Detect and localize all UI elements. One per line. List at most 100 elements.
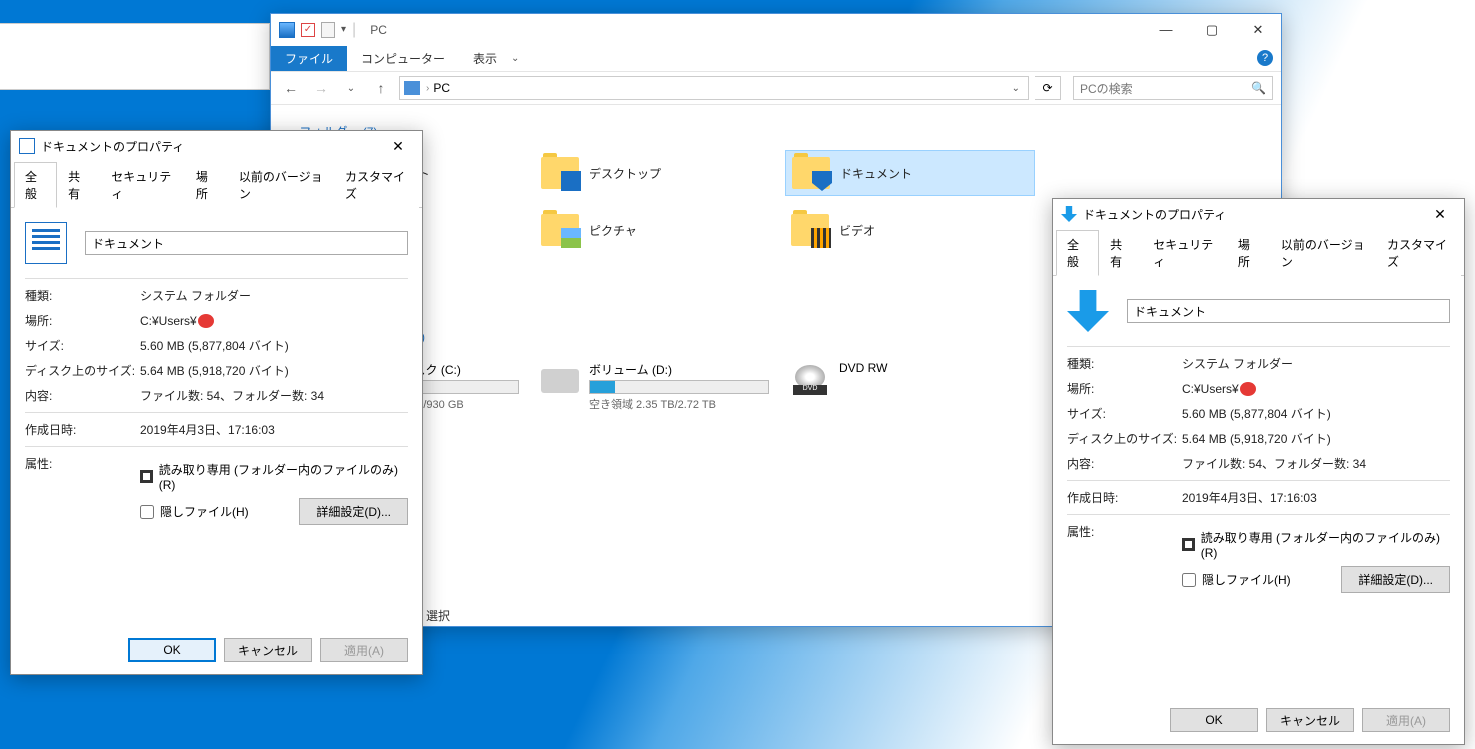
tab-view[interactable]: 表示 [459,46,511,71]
dialog-title: ドキュメントのプロパティ [1083,206,1226,223]
help-icon[interactable]: ? [1257,50,1273,66]
value-location: C:¥Users¥ [1182,380,1256,397]
properties-body: 種類:システム フォルダー 場所:C:¥Users¥ サイズ:5.60 MB (… [1053,276,1464,617]
advanced-button[interactable]: 詳細設定(D)... [299,498,408,525]
apply-button[interactable]: 適用(A) [1362,708,1450,732]
label-location: 場所: [25,312,140,329]
name-input[interactable] [85,231,408,255]
search-input[interactable]: PCの検索 🔍 [1073,76,1273,100]
folder-desktop[interactable]: デスクトップ [535,150,785,196]
folder-pictures[interactable]: ピクチャ [535,208,785,252]
navigation-bar: ← → ⌄ ↑ › PC ⌄ ⟳ PCの検索 🔍 [271,72,1281,105]
qat-dropdown-icon[interactable]: ▾ [341,24,346,35]
tab-computer[interactable]: コンピューター [347,46,459,71]
quick-access-toolbar: ✓ ▾ | PC [271,21,395,39]
dialog-buttons: OK キャンセル 適用(A) [128,638,408,662]
tab-previous[interactable]: 以前のバージョン [228,162,334,208]
label-attributes: 属性: [25,455,140,472]
tab-security[interactable]: セキュリティ [1142,230,1227,276]
close-button[interactable]: ✕ [1235,14,1281,45]
label-contents: 内容: [25,387,140,404]
tab-customize[interactable]: カスタマイズ [334,162,419,208]
value-contents: ファイル数: 54、フォルダー数: 34 [140,387,324,404]
advanced-button[interactable]: 詳細設定(D)... [1341,566,1450,593]
refresh-button[interactable]: ⟳ [1035,76,1061,100]
qat-checkbox-icon[interactable]: ✓ [301,23,315,37]
tab-location[interactable]: 場所 [185,162,228,208]
close-button[interactable]: ✕ [382,134,414,158]
readonly-checkbox[interactable] [140,470,153,483]
minimize-button[interactable]: — [1143,14,1189,45]
redacted-marker [198,314,214,328]
back-button[interactable]: ← [279,76,303,100]
folder-icon [791,214,829,246]
hidden-checkbox[interactable] [1182,573,1196,587]
tab-general[interactable]: 全般 [1056,230,1099,276]
tab-security[interactable]: セキュリティ [100,162,185,208]
ribbon-tabs: ファイル コンピューター 表示 ⌄ ? [271,45,1281,72]
tab-share[interactable]: 共有 [1099,230,1142,276]
name-input[interactable] [1127,299,1450,323]
tab-file[interactable]: ファイル [271,46,347,71]
properties-dialog-right: ドキュメントのプロパティ ✕ 全般 共有 セキュリティ 場所 以前のバージョン … [1052,198,1465,745]
dialog-titlebar[interactable]: ドキュメントのプロパティ ✕ [1053,199,1464,229]
tab-general[interactable]: 全般 [14,162,57,208]
window-title: PC [370,23,387,37]
status-bar-selection: 選択 [426,607,450,624]
usage-bar [589,380,769,394]
breadcrumb-segment[interactable]: PC [433,81,450,95]
label-size: サイズ: [1067,405,1182,422]
address-dropdown-icon[interactable]: ⌄ [1008,83,1024,94]
document-icon [19,138,35,154]
hidden-checkbox[interactable] [140,505,154,519]
value-created: 2019年4月3日、17:16:03 [1182,489,1317,506]
breadcrumb-arrow[interactable]: › [426,83,429,94]
forward-button[interactable]: → [309,76,333,100]
apply-button[interactable]: 適用(A) [320,638,408,662]
readonly-checkbox[interactable] [1182,538,1195,551]
close-button[interactable]: ✕ [1424,202,1456,226]
ok-button[interactable]: OK [128,638,216,662]
qat-doc-icon[interactable] [321,22,335,38]
value-size: 5.60 MB (5,877,804 バイト) [1182,405,1331,422]
value-contents: ファイル数: 54、フォルダー数: 34 [1182,455,1366,472]
up-button[interactable]: ↑ [369,76,393,100]
label-size: サイズ: [25,337,140,354]
folder-documents-selected[interactable]: ドキュメント [785,150,1035,196]
folder-icon [541,214,579,246]
background-window-edge [0,23,270,90]
drive-d[interactable]: ボリューム (D:) 空き領域 2.35 TB/2.72 TB [535,355,785,418]
label-disksize: ディスク上のサイズ: [25,362,140,379]
value-disksize: 5.64 MB (5,918,720 バイト) [1182,430,1331,447]
ribbon-expand-icon[interactable]: ⌄ [511,53,519,64]
maximize-button[interactable]: ▢ [1189,14,1235,45]
folder-videos[interactable]: ビデオ [785,208,1035,252]
recent-dropdown[interactable]: ⌄ [339,76,363,100]
window-controls: — ▢ ✕ [1143,14,1281,45]
tab-share[interactable]: 共有 [57,162,100,208]
dialog-titlebar[interactable]: ドキュメントのプロパティ ✕ [11,131,422,161]
cancel-button[interactable]: キャンセル [224,638,312,662]
folder-icon [541,157,579,189]
properties-tabs: 全般 共有 セキュリティ 場所 以前のバージョン カスタマイズ [11,161,422,208]
label-attributes: 属性: [1067,523,1182,540]
ok-button[interactable]: OK [1170,708,1258,732]
pc-icon [404,81,420,95]
address-bar[interactable]: › PC ⌄ [399,76,1029,100]
search-icon[interactable]: 🔍 [1251,81,1266,95]
cancel-button[interactable]: キャンセル [1266,708,1354,732]
drive-dvd[interactable]: DVD DVD RW [785,355,1035,418]
properties-dialog-left: ドキュメントのプロパティ ✕ 全般 共有 セキュリティ 場所 以前のバージョン … [10,130,423,675]
tab-location[interactable]: 場所 [1227,230,1270,276]
download-large-icon [1067,290,1109,332]
tab-customize[interactable]: カスタマイズ [1376,230,1461,276]
label-contents: 内容: [1067,455,1182,472]
document-large-icon [25,222,67,264]
value-type: システム フォルダー [1182,355,1293,372]
properties-tabs: 全般 共有 セキュリティ 場所 以前のバージョン カスタマイズ [1053,229,1464,276]
label-location: 場所: [1067,380,1182,397]
explorer-titlebar[interactable]: ✓ ▾ | PC — ▢ ✕ [271,14,1281,45]
group-header-folders[interactable]: ⌄ フォルダー (7) [285,123,1267,140]
tab-previous[interactable]: 以前のバージョン [1270,230,1376,276]
dvd-icon: DVD [791,361,829,393]
